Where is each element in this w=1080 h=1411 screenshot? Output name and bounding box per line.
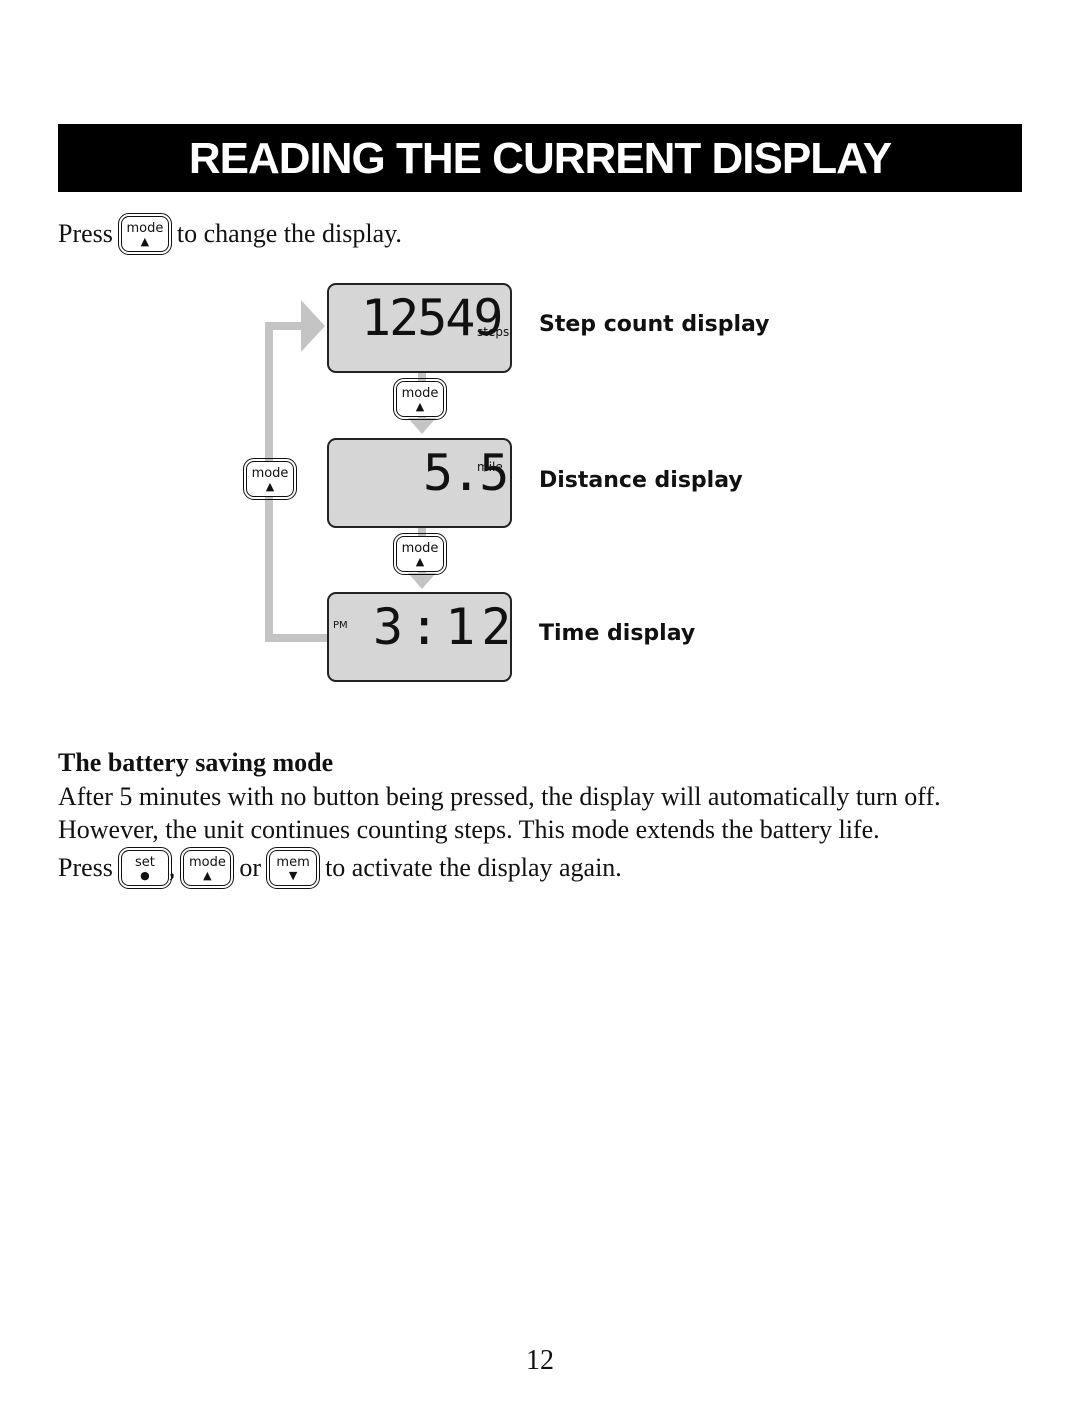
page-number: 12 bbox=[526, 1345, 554, 1376]
mem-key-icon: mem ▼ bbox=[266, 847, 321, 889]
paragraph-line: After 5 minutes with no button being pre… bbox=[58, 782, 941, 811]
mode-key-icon: mode ▲ bbox=[393, 533, 447, 575]
down-arrow-2 bbox=[408, 573, 436, 589]
distance-label: Distance display bbox=[539, 468, 743, 493]
time-label: Time display bbox=[539, 621, 696, 646]
manual-page: READING THE CURRENT DISPLAY Press mode ▲ … bbox=[0, 0, 1080, 1411]
step-count-lcd: 12549 steps bbox=[327, 283, 512, 373]
loop-arrowhead bbox=[301, 300, 325, 352]
down-arrow-1 bbox=[408, 418, 436, 434]
set-key-icon: set ● bbox=[117, 847, 172, 889]
loop-line-top bbox=[265, 322, 305, 330]
mode-key-icon: mode ▲ bbox=[180, 847, 235, 889]
mode-key-icon: mode ▲ bbox=[243, 458, 297, 500]
paragraph-line: However, the unit continues counting ste… bbox=[58, 815, 880, 844]
distance-lcd: 5.5 mile bbox=[327, 438, 512, 528]
step-count-label: Step count display bbox=[539, 312, 770, 337]
mode-cycle-connectors bbox=[265, 300, 436, 642]
section-heading: The battery saving mode bbox=[58, 748, 334, 777]
loop-line-bottom bbox=[265, 634, 327, 642]
activate-instructions: Press set ● , mode ▲ or mem ▼ to activate t… bbox=[58, 847, 622, 889]
mode-key-icon: mode ▲ bbox=[393, 378, 447, 420]
time-lcd: PM 3:12 bbox=[327, 592, 512, 682]
